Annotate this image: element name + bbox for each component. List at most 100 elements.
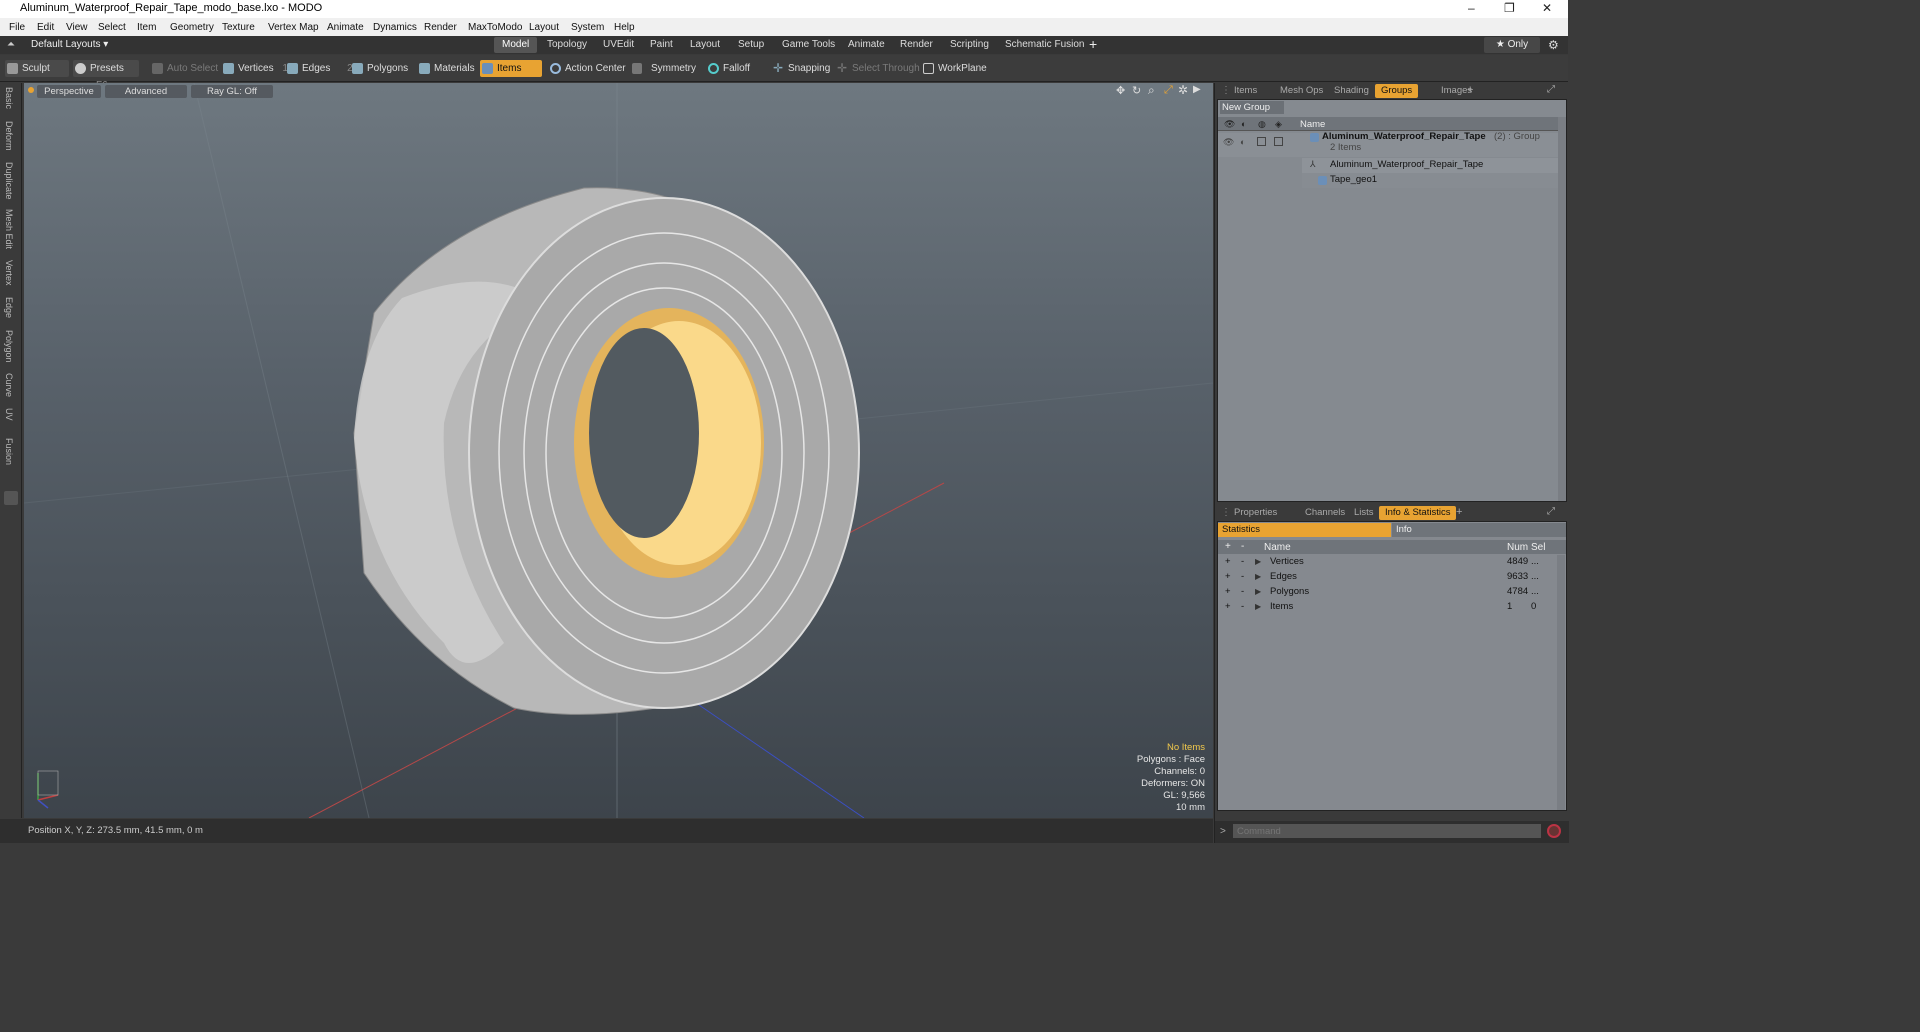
new-group-button[interactable]: New Group <box>1220 101 1284 114</box>
default-layouts-dropdown[interactable]: Default Layouts ▾ <box>31 39 108 50</box>
row-expand-icon[interactable]: + <box>1225 555 1231 569</box>
record-icon[interactable] <box>1547 824 1561 838</box>
perspective-dropdown[interactable]: Perspective <box>37 85 101 98</box>
tab-setup[interactable]: Setup <box>730 37 772 53</box>
lock-icon[interactable]: ◍ <box>1258 119 1266 130</box>
tab-model[interactable]: Model <box>494 37 538 53</box>
table-row[interactable]: + - ▶ Polygons 4784 ... <box>1218 585 1566 600</box>
minimize-button[interactable]: – <box>1468 1 1475 15</box>
row-select-checkbox[interactable] <box>1274 137 1283 146</box>
menu-render[interactable]: Render <box>424 22 457 33</box>
tab-lists[interactable]: Lists <box>1348 506 1380 520</box>
vtab-curve[interactable]: Curve <box>4 373 14 397</box>
auto-select-button[interactable]: Auto Select <box>150 60 218 77</box>
table-row[interactable]: + - ▶ Items 1 0 <box>1218 600 1566 615</box>
tab-render[interactable]: Render <box>892 37 941 53</box>
add-tab-button[interactable]: + <box>1089 36 1097 52</box>
symmetry-button[interactable]: Symmetry <box>630 60 696 77</box>
vtab-mesh-edit[interactable]: Mesh Edit <box>4 209 14 249</box>
menu-item[interactable]: Item <box>137 22 156 33</box>
row-collapse-icon[interactable]: - <box>1241 555 1244 569</box>
tab-animate[interactable]: Animate <box>840 37 893 53</box>
toolbox-toggle-icon[interactable] <box>4 491 18 505</box>
layout-arrow-icon[interactable]: ⏶ <box>7 39 15 50</box>
render-icon[interactable]: ◐ <box>1241 119 1246 129</box>
vertices-button[interactable]: Vertices 1 <box>221 60 288 77</box>
row-expand-icon[interactable]: + <box>1225 600 1231 614</box>
zoom-icon[interactable]: ⌕ <box>1148 83 1155 98</box>
raygl-toggle[interactable]: Ray GL: Off <box>191 85 273 98</box>
statistics-subtab[interactable]: Statistics <box>1218 523 1391 537</box>
add-tab-icon[interactable]: + <box>1467 84 1473 96</box>
table-row[interactable]: + - ▶ Edges 9633 ... <box>1218 570 1566 585</box>
menu-geometry[interactable]: Geometry <box>170 22 214 33</box>
tab-info-statistics[interactable]: Info & Statistics <box>1379 506 1457 520</box>
expand-panel-icon[interactable]: ⤢ <box>1547 506 1555 517</box>
vtab-duplicate[interactable]: Duplicate <box>4 162 14 200</box>
sculpt-button[interactable]: Sculpt <box>5 60 69 77</box>
tab-game-tools[interactable]: Game Tools <box>774 37 843 53</box>
menu-texture[interactable]: Texture <box>222 22 255 33</box>
menu-animate[interactable]: Animate <box>327 22 364 33</box>
maximize-button[interactable]: ❐ <box>1504 1 1515 15</box>
materials-button[interactable]: Materials <box>417 60 475 77</box>
tab-topology[interactable]: Topology <box>539 37 595 53</box>
3d-viewport[interactable]: Perspective Advanced Ray GL: Off ✥ ↻ ⌕ ⤢… <box>24 83 1213 818</box>
table-row[interactable]: + - ▶ Vertices 4849 ... <box>1218 555 1566 570</box>
row-lock-checkbox[interactable] <box>1257 137 1266 146</box>
tree-item-mesh[interactable]: Tape_geo1 <box>1302 173 1558 188</box>
info-subtab[interactable]: Info <box>1392 523 1566 537</box>
expand-panel-icon[interactable]: ⤢ <box>1547 84 1555 95</box>
menu-vertex-map[interactable]: Vertex Map <box>268 22 319 33</box>
menu-file[interactable]: File <box>9 22 25 33</box>
vtab-polygon[interactable]: Polygon <box>4 330 14 363</box>
edges-button[interactable]: Edges 2 <box>285 60 353 77</box>
polygons-button[interactable]: Polygons <box>350 60 408 77</box>
menu-edit[interactable]: Edit <box>37 22 54 33</box>
pan-icon[interactable]: ✥ <box>1116 84 1125 97</box>
row-expand-icon[interactable]: + <box>1225 585 1231 599</box>
tab-paint[interactable]: Paint <box>642 37 681 53</box>
tab-shading[interactable]: Shading <box>1328 84 1375 98</box>
menu-layout[interactable]: Layout <box>529 22 559 33</box>
vtab-fusion[interactable]: Fusion <box>4 438 14 465</box>
row-eye-icon[interactable]: 👁 <box>1223 137 1234 148</box>
menu-select[interactable]: Select <box>98 22 126 33</box>
group-row[interactable]: 👁 ◐ Aluminum_Waterproof_Repair_Tape (2) … <box>1218 131 1558 157</box>
viewport-expand-icon[interactable]: ▶ <box>1193 84 1201 95</box>
stats-scrollbar[interactable] <box>1557 555 1565 810</box>
gear-icon[interactable]: ⚙ <box>1548 38 1559 52</box>
row-collapse-icon[interactable]: - <box>1241 600 1244 614</box>
tab-scripting[interactable]: Scripting <box>942 37 997 53</box>
menu-dynamics[interactable]: Dynamics <box>373 22 417 33</box>
menu-system[interactable]: System <box>571 22 604 33</box>
vtab-deform[interactable]: Deform <box>4 121 14 151</box>
menu-view[interactable]: View <box>66 22 88 33</box>
rotate-icon[interactable]: ↻ <box>1132 84 1141 97</box>
viewport-menu-icon[interactable] <box>28 87 34 93</box>
select-through-button[interactable]: ✛ Select Through <box>835 60 920 77</box>
row-collapse-icon[interactable]: - <box>1241 585 1244 599</box>
row-arrow-icon[interactable]: ▶ <box>1255 600 1261 614</box>
menu-maxtomodo[interactable]: MaxToModo <box>468 22 522 33</box>
eye-icon[interactable]: 👁 <box>1224 119 1235 130</box>
tab-layout[interactable]: Layout <box>682 37 728 53</box>
tab-uvedit[interactable]: UVEdit <box>595 37 642 53</box>
vtab-uv[interactable]: UV <box>4 408 14 421</box>
row-collapse-icon[interactable]: - <box>1241 570 1244 584</box>
add-tab-icon[interactable]: + <box>1456 506 1462 518</box>
vtab-vertex[interactable]: Vertex <box>4 260 14 286</box>
only-toggle[interactable]: ★ Only <box>1484 37 1540 53</box>
collapse-all-icon[interactable]: - <box>1241 541 1244 552</box>
menu-help[interactable]: Help <box>614 22 635 33</box>
shading-dropdown[interactable]: Advanced <box>105 85 187 98</box>
vtab-edge[interactable]: Edge <box>4 297 14 318</box>
vtab-basic[interactable]: Basic <box>4 87 14 109</box>
tree-item-locator[interactable]: ⅄ Aluminum_Waterproof_Repair_Tape <box>1302 158 1558 173</box>
select-icon[interactable]: ◈ <box>1275 119 1282 130</box>
tab-items[interactable]: Items <box>1228 84 1263 98</box>
tab-properties[interactable]: Properties <box>1228 506 1283 520</box>
tab-channels[interactable]: Channels <box>1299 506 1351 520</box>
command-input[interactable] <box>1233 824 1541 838</box>
presets-button[interactable]: Presets F6 <box>73 60 139 91</box>
